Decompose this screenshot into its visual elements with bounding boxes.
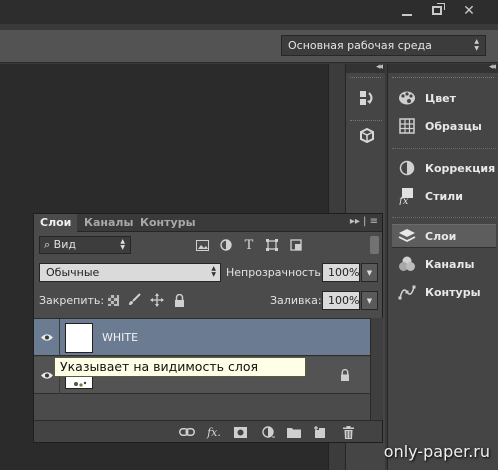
panel-dock: ◂◂ Цвет Образцы Коррекция fx Стили Слои …: [387, 62, 498, 470]
filter-smart-object-icon[interactable]: [288, 237, 304, 253]
dock-item-label: Цвет: [425, 91, 457, 105]
dock-item-color[interactable]: Цвет: [392, 86, 496, 110]
workspace-label: Основная рабочая среда: [288, 39, 432, 52]
minimize-button[interactable]: [393, 1, 421, 20]
dock-item-swatches[interactable]: Образцы: [392, 114, 496, 138]
watermark-text: only-paper.ru: [383, 442, 490, 461]
tab-channels[interactable]: Каналы: [78, 214, 139, 232]
panel-tabs: Слои Каналы Контуры ▸▸ | ≡: [34, 214, 382, 232]
lock-transparency-icon[interactable]: [106, 293, 120, 307]
close-button[interactable]: ✕: [455, 1, 483, 20]
fill-field[interactable]: 100%: [322, 291, 360, 310]
filter-type-icon[interactable]: T: [241, 237, 257, 253]
tab-layers[interactable]: Слои: [34, 214, 78, 232]
dock-separator: [392, 217, 496, 218]
adjustments-icon: [397, 159, 417, 177]
tab-paths[interactable]: Контуры: [134, 214, 202, 232]
select-arrows-icon: ▲ ▼: [120, 238, 125, 251]
lock-brush-icon[interactable]: [127, 293, 141, 307]
chevron-down-icon: ▼: [366, 296, 373, 305]
eye-icon: [40, 334, 53, 341]
dock-item-layers[interactable]: Слои: [392, 224, 496, 248]
new-group-folder-icon[interactable]: [286, 425, 302, 439]
dock-item-label: Слои: [425, 229, 457, 243]
search-icon: ⌕: [44, 238, 54, 251]
filter-adjustment-icon[interactable]: [218, 237, 234, 253]
dock-item-channels[interactable]: Каналы: [392, 252, 496, 276]
layers-icon: [397, 227, 417, 245]
eye-icon: [40, 372, 53, 379]
lock-label: Закрепить:: [39, 294, 105, 307]
tooltip: Указывает на видимость слоя: [54, 357, 306, 377]
visibility-toggle[interactable]: [34, 319, 60, 356]
opacity-field[interactable]: 100%: [322, 263, 360, 282]
dock-item-label: Коррекция: [425, 161, 496, 175]
layer-name[interactable]: WHITE: [102, 331, 138, 344]
layers-panel: Слои Каналы Контуры ▸▸ | ≡ ⌕ Вид ▲ ▼ T Об…: [33, 213, 383, 443]
link-layers-icon[interactable]: [179, 425, 195, 439]
dock-header[interactable]: ◂◂: [346, 62, 385, 73]
layer-lock-icon: [340, 368, 350, 384]
dock-header[interactable]: ◂◂: [388, 62, 498, 73]
filter-kind-label: Вид: [53, 238, 76, 251]
paths-icon: [397, 283, 417, 301]
color-palette-icon: [397, 89, 417, 107]
select-arrows-icon: ▲ ▼: [211, 265, 216, 278]
dock-item-styles[interactable]: fx Стили: [392, 184, 496, 208]
dock-item-paths[interactable]: Контуры: [392, 280, 496, 304]
collapse-icon[interactable]: ◂◂: [489, 62, 496, 72]
layer-thumbnail: [65, 323, 93, 353]
opacity-dropdown-button[interactable]: ▼: [361, 263, 378, 282]
history-panel-button[interactable]: [354, 86, 380, 110]
swatches-grid-icon: [397, 117, 417, 135]
dock-item-label: Образцы: [425, 119, 482, 133]
layer-row[interactable]: WHITE: [34, 319, 370, 356]
dock-separator: [392, 148, 496, 149]
filter-shape-icon[interactable]: [264, 237, 280, 253]
cube-icon: [360, 127, 374, 144]
history-icon: [360, 91, 373, 105]
close-icon: ✕: [463, 2, 475, 19]
layers-bottom-toolbar: fx.: [34, 420, 382, 442]
restore-icon: [432, 3, 445, 15]
styles-fx-icon: fx: [397, 187, 417, 205]
blend-mode-label: Обычные: [46, 266, 100, 279]
new-layer-icon[interactable]: [312, 425, 328, 439]
dock-item-label: Каналы: [425, 257, 475, 271]
delete-layer-trash-icon[interactable]: [340, 425, 356, 439]
dock-item-label: Контуры: [425, 285, 481, 299]
layer-style-fx-icon[interactable]: fx.: [206, 425, 222, 439]
add-mask-icon[interactable]: [232, 425, 248, 439]
fill-dropdown-button[interactable]: ▼: [361, 291, 378, 310]
lock-all-icon[interactable]: [172, 293, 186, 307]
chevron-down-icon: ▼: [366, 268, 373, 277]
new-adjustment-layer-icon[interactable]: [260, 425, 276, 439]
actions-panel-button[interactable]: [354, 124, 380, 148]
panel-menu-icon[interactable]: ▸▸ | ≡: [350, 216, 378, 227]
options-bar: Основная рабочая среда ▲ ▼: [0, 30, 498, 63]
filter-toggle-switch[interactable]: [370, 236, 379, 254]
layer-list-scrollbar[interactable]: [370, 318, 383, 420]
restore-button[interactable]: [423, 1, 451, 20]
collapse-icon[interactable]: ◂◂: [376, 62, 383, 72]
fill-label: Заливка:: [270, 294, 322, 307]
filter-pixel-icon[interactable]: [194, 237, 210, 253]
blend-mode-select[interactable]: Обычные ▲ ▼: [39, 263, 221, 282]
select-arrows-icon: ▲ ▼: [474, 38, 479, 52]
channels-icon: [397, 255, 417, 273]
dock-item-label: Стили: [425, 189, 463, 203]
filter-kind-select[interactable]: ⌕ Вид ▲ ▼: [39, 236, 131, 254]
minimize-icon: [402, 13, 412, 16]
opacity-label: Непрозрачность:: [226, 266, 325, 279]
dock-grip[interactable]: [392, 77, 494, 83]
workspace-select[interactable]: Основная рабочая среда ▲ ▼: [281, 35, 486, 56]
lock-move-icon[interactable]: [150, 293, 164, 307]
svg-text:fx: fx: [399, 196, 409, 205]
title-bar: ✕: [0, 0, 498, 24]
dock-item-adjustments[interactable]: Коррекция: [392, 156, 496, 180]
dock-grip[interactable]: [350, 77, 381, 83]
